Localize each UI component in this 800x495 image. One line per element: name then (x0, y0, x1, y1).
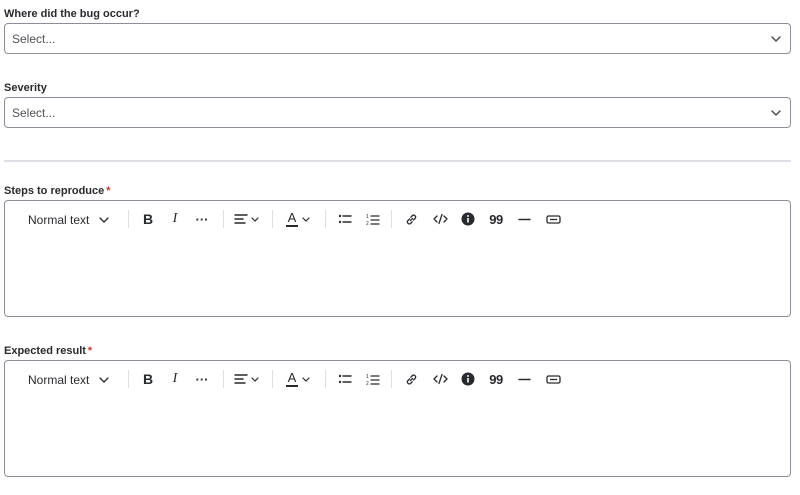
link-icon (405, 373, 418, 386)
quote-button[interactable]: 99 (487, 369, 505, 389)
expand-button[interactable] (544, 369, 562, 389)
link-icon (405, 213, 418, 226)
link-button[interactable] (403, 369, 419, 389)
chevron-down-icon (302, 376, 310, 382)
svg-text:2: 2 (366, 381, 369, 386)
text-color-icon: A (286, 369, 298, 387)
required-mark: * (87, 345, 93, 357)
horizontal-rule-icon (517, 218, 531, 221)
code-icon (432, 213, 448, 225)
code-button[interactable] (431, 369, 449, 389)
expand-icon (545, 214, 561, 224)
toolbar-separator (223, 210, 224, 228)
bullet-list-button[interactable] (337, 369, 353, 389)
section-divider (4, 160, 791, 162)
chevron-down-icon (99, 377, 110, 383)
toolbar-separator (391, 210, 392, 228)
toolbar-separator (272, 370, 273, 388)
more-formatting-button[interactable]: ··· (193, 369, 211, 389)
svg-text:1: 1 (366, 214, 369, 220)
italic-button[interactable]: I (167, 369, 183, 389)
color-underline (286, 224, 298, 227)
required-mark: * (106, 185, 111, 197)
bold-button[interactable]: B (139, 209, 157, 229)
numbered-list-icon: 12 (366, 213, 380, 226)
severity-select[interactable]: Select... (4, 97, 791, 128)
quote-button[interactable]: 99 (487, 209, 505, 229)
toolbar-separator (223, 370, 224, 388)
expected-label-text: Expected result (4, 345, 86, 357)
svg-text:1: 1 (366, 374, 369, 380)
bullet-list-icon (338, 373, 352, 385)
text-color-button[interactable]: A (283, 209, 313, 229)
align-left-icon (233, 213, 248, 225)
steps-label-text: Steps to reproduce (4, 185, 105, 197)
chevron-down-icon (770, 107, 782, 119)
svg-text:2: 2 (366, 221, 369, 226)
horizontal-rule-icon (517, 378, 531, 381)
bold-button[interactable]: B (139, 369, 157, 389)
numbered-list-icon: 12 (366, 373, 380, 386)
steps-editor-content[interactable] (5, 237, 790, 316)
severity-label: Severity (4, 82, 47, 94)
text-color-letter: A (287, 209, 297, 225)
editor-toolbar: Normal text B I ··· A 12 99 (5, 201, 790, 237)
chevron-down-icon (99, 217, 110, 223)
alignment-button[interactable] (232, 209, 260, 229)
toolbar-separator (391, 370, 392, 388)
text-color-letter: A (287, 369, 297, 385)
toolbar-separator (128, 210, 129, 228)
info-icon (461, 212, 475, 226)
steps-label: Steps to reproduce * (4, 184, 111, 198)
steps-editor: Normal text B I ··· A 12 99 (4, 200, 791, 317)
chevron-down-icon (302, 216, 310, 222)
italic-button[interactable]: I (167, 209, 183, 229)
text-style-dropdown[interactable]: Normal text (28, 210, 110, 230)
expand-button[interactable] (544, 209, 562, 229)
more-formatting-button[interactable]: ··· (193, 209, 211, 229)
code-button[interactable] (431, 209, 449, 229)
link-button[interactable] (403, 209, 419, 229)
info-panel-button[interactable] (460, 369, 476, 389)
bullet-list-icon (338, 213, 352, 225)
editor-toolbar: Normal text B I ··· A 12 99 (5, 361, 790, 397)
numbered-list-button[interactable]: 12 (365, 209, 381, 229)
quote-icon: 99 (489, 371, 503, 387)
expected-label: Expected result * (4, 344, 92, 358)
align-left-icon (233, 373, 248, 385)
expected-editor-content[interactable] (5, 397, 790, 476)
divider-button[interactable] (516, 369, 532, 389)
alignment-button[interactable] (232, 369, 260, 389)
expected-editor: Normal text B I ··· A 12 99 (4, 360, 791, 477)
code-icon (432, 373, 448, 385)
chevron-down-icon (770, 33, 782, 45)
info-icon (461, 372, 475, 386)
bullet-list-button[interactable] (337, 209, 353, 229)
toolbar-separator (325, 210, 326, 228)
text-style-label: Normal text (28, 373, 90, 387)
location-select[interactable]: Select... (4, 23, 791, 54)
toolbar-separator (272, 210, 273, 228)
divider-button[interactable] (516, 209, 532, 229)
text-color-button[interactable]: A (283, 369, 313, 389)
info-panel-button[interactable] (460, 209, 476, 229)
numbered-list-button[interactable]: 12 (365, 369, 381, 389)
location-select-value: Select... (12, 31, 56, 46)
chevron-down-icon (250, 216, 259, 222)
location-label: Where did the bug occur? (4, 8, 140, 20)
severity-select-value: Select... (12, 105, 56, 120)
quote-icon: 99 (489, 211, 503, 227)
text-style-dropdown[interactable]: Normal text (28, 370, 110, 390)
toolbar-separator (325, 370, 326, 388)
toolbar-separator (128, 370, 129, 388)
text-color-icon: A (286, 209, 298, 227)
text-style-label: Normal text (28, 213, 90, 227)
chevron-down-icon (250, 376, 259, 382)
expand-icon (545, 374, 561, 384)
color-underline (286, 384, 298, 387)
